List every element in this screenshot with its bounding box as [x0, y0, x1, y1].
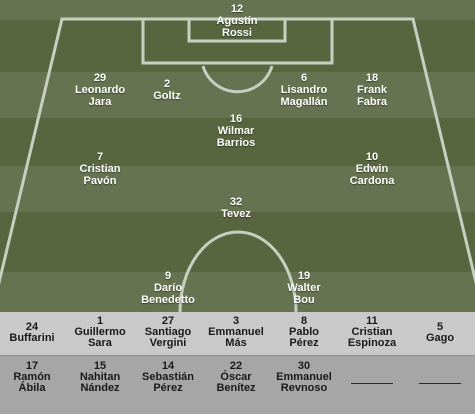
- substitute[interactable]: 15 Nahitan Nández: [66, 361, 134, 394]
- player-last-name: Rossi: [222, 27, 252, 39]
- player-number: 19: [297, 270, 311, 282]
- player-barrios[interactable]: 16 Wilmar Barrios: [186, 113, 286, 149]
- sub-last-name: Buffarini: [9, 332, 55, 344]
- sub-last-name: Nández: [80, 382, 120, 394]
- sub-last-name: Gago: [425, 332, 455, 344]
- empty-bench-slot[interactable]: [338, 368, 406, 384]
- player-last-name: Pavón: [83, 175, 117, 187]
- player-number: 32: [229, 196, 243, 208]
- player-number: 16: [229, 113, 243, 125]
- substitute[interactable]: 24 Buffarini: [0, 322, 66, 344]
- player-tevez[interactable]: 32 Tevez: [186, 196, 286, 220]
- player-pavon[interactable]: 7 Cristian Pavón: [50, 151, 150, 187]
- player-number: 12: [230, 3, 244, 15]
- player-number: 7: [96, 151, 104, 163]
- player-first-name: Cristian: [79, 163, 121, 175]
- player-first-name: Edwin: [355, 163, 389, 175]
- empty-slot-line: [351, 383, 393, 384]
- bench-row: 17 Ramón Ábila 15 Nahitan Nández 14 Seba…: [0, 355, 475, 414]
- player-number: 10: [365, 151, 379, 163]
- player-number: 18: [365, 72, 379, 84]
- player-last-name: Cardona: [349, 175, 395, 187]
- substitute[interactable]: 27 Santiago Vergini: [134, 316, 202, 349]
- player-first-name: Darío: [153, 282, 183, 294]
- empty-slot-line: [419, 383, 461, 384]
- substitute[interactable]: 17 Ramón Ábila: [0, 361, 66, 394]
- player-rossi[interactable]: 12 Agustín Rossi: [187, 3, 287, 39]
- sub-last-name: Ábila: [18, 382, 46, 394]
- player-first-name: Walter: [287, 282, 321, 294]
- player-last-name: Fabra: [357, 96, 387, 108]
- empty-bench-slot[interactable]: [406, 368, 474, 384]
- player-last-name: Bou: [293, 294, 315, 306]
- sub-last-name: Sara: [88, 337, 112, 349]
- substitute[interactable]: 1 Guillermo Sara: [66, 316, 134, 349]
- substitute[interactable]: 5 Gago: [406, 322, 474, 344]
- substitute[interactable]: 8 Pablo Pérez: [270, 316, 338, 349]
- player-last-name: Barrios: [216, 137, 256, 149]
- player-last-name: Benedetto: [141, 294, 195, 306]
- player-first-name: Wilmar: [217, 125, 255, 137]
- player-fabra[interactable]: 18 Frank Fabra: [322, 72, 422, 108]
- sub-last-name: Espinoza: [347, 337, 397, 349]
- sub-last-name: Pérez: [153, 382, 183, 394]
- substitute[interactable]: 3 Emmanuel Más: [202, 316, 270, 349]
- player-number: 9: [164, 270, 172, 282]
- player-bou[interactable]: 19 Walter Bou: [254, 270, 354, 306]
- player-last-name: Tevez: [221, 208, 251, 220]
- sub-last-name: Vergini: [149, 337, 187, 349]
- bench-row: 24 Buffarini 1 Guillermo Sara 27 Santiag…: [0, 312, 475, 355]
- substitutes-bench: 24 Buffarini 1 Guillermo Sara 27 Santiag…: [0, 312, 475, 414]
- player-first-name: Agustín: [216, 15, 258, 27]
- player-cardona[interactable]: 10 Edwin Cardona: [322, 151, 422, 187]
- sub-last-name: Revnoso: [280, 382, 328, 394]
- sub-last-name: Pérez: [289, 337, 319, 349]
- substitute[interactable]: 22 Óscar Benítez: [202, 361, 270, 394]
- pitch: 12 Agustín Rossi 29 Leonardo Jara 2 Golt…: [0, 0, 475, 312]
- player-goltz[interactable]: 2 Goltz: [117, 78, 217, 102]
- sub-last-name: Más: [225, 337, 247, 349]
- substitute[interactable]: 14 Sebastián Pérez: [134, 361, 202, 394]
- player-number: 2: [163, 78, 171, 90]
- substitute[interactable]: 30 Emmanuel Revnoso: [270, 361, 338, 394]
- player-first-name: Frank: [357, 84, 387, 96]
- player-last-name: Goltz: [153, 90, 181, 102]
- substitute[interactable]: 11 Cristian Espinoza: [338, 316, 406, 349]
- player-benedetto[interactable]: 9 Darío Benedetto: [118, 270, 218, 306]
- sub-last-name: Benítez: [216, 382, 256, 394]
